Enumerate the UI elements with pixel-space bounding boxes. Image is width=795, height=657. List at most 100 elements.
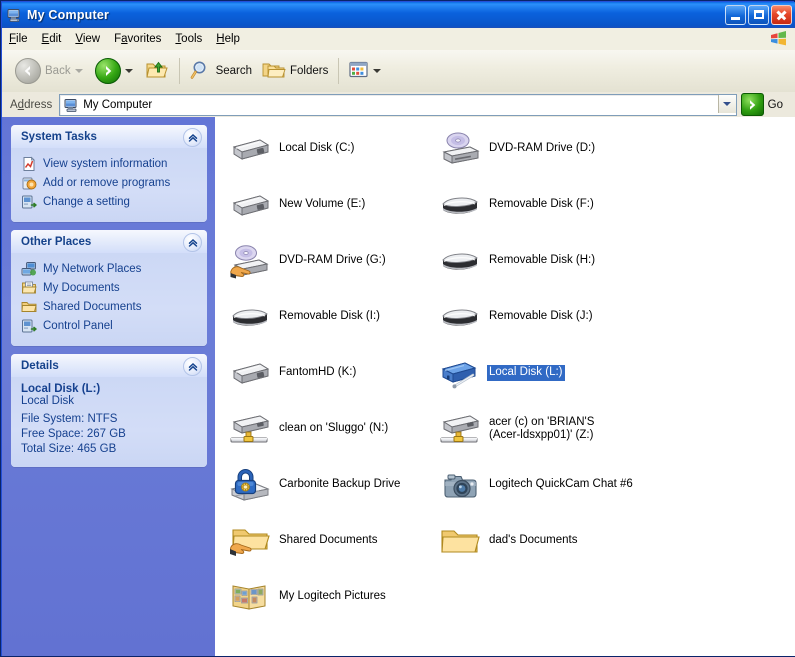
network-places-icon (21, 261, 37, 277)
file-item[interactable]: New Volume (E:) (229, 181, 461, 229)
menu-bar: File Edit View Favorites Tools Help (2, 28, 795, 51)
panel-details-body: Local Disk (L:) Local Disk File System: … (11, 377, 207, 467)
up-button[interactable] (141, 55, 173, 87)
sidebar-label: Control Panel (43, 320, 113, 332)
views-button[interactable] (345, 55, 387, 87)
file-item[interactable]: Carbonite Backup Drive (229, 461, 461, 509)
carbonite-lock-drive-icon (229, 464, 271, 506)
menu-tools[interactable]: Tools (168, 31, 209, 47)
sidebar-label: View system information (43, 158, 167, 170)
menu-edit[interactable]: Edit (35, 31, 69, 47)
file-item[interactable]: Local Disk (L:) (439, 349, 671, 397)
pictures-folder-icon (229, 576, 271, 618)
file-item[interactable]: My Logitech Pictures (229, 573, 461, 621)
chevron-up-icon[interactable] (183, 357, 202, 376)
file-item[interactable]: clean on 'Sluggo' (N:) (229, 405, 461, 453)
file-item[interactable]: Local Disk (C:) (229, 125, 461, 173)
back-dropdown-icon[interactable] (75, 69, 83, 73)
file-item[interactable]: Removable Disk (F:) (439, 181, 671, 229)
file-item[interactable]: Logitech QuickCam Chat #6 (439, 461, 671, 509)
toolbar: Back (2, 50, 795, 93)
network-drive-icon (439, 408, 481, 450)
file-item-label: My Logitech Pictures (277, 589, 388, 605)
chevron-up-icon[interactable] (183, 233, 202, 252)
hard-disk-icon (229, 184, 271, 226)
sidebar-label: Shared Documents (43, 301, 141, 313)
menu-view[interactable]: View (68, 31, 107, 47)
chevron-up-icon[interactable] (183, 128, 202, 147)
shared-folder-icon (229, 520, 271, 562)
details-file-system: File System: NTFS (21, 413, 201, 425)
forward-arrow-icon (95, 58, 121, 84)
removable-disk-icon (439, 296, 481, 338)
search-label: Search (216, 65, 252, 77)
panel-other-places-title: Other Places (21, 236, 91, 248)
panel-system-tasks-title: System Tasks (21, 131, 97, 143)
blue-external-drive-icon (439, 352, 481, 394)
windows-flag-icon (769, 30, 789, 47)
sidebar-item-my-network-places[interactable]: My Network Places (21, 261, 201, 277)
address-value: My Computer (83, 99, 152, 111)
details-type: Local Disk (21, 395, 201, 407)
search-button[interactable]: Search (186, 55, 256, 87)
control-panel-icon (21, 194, 37, 210)
file-item[interactable]: acer (c) on 'BRIAN'S(Acer-ldsxpp01)' (Z:… (439, 405, 671, 453)
forward-dropdown-icon[interactable] (125, 69, 133, 73)
file-item-label: dad's Documents (487, 533, 580, 549)
file-item-label: Removable Disk (F:) (487, 197, 596, 213)
address-dropdown-button[interactable] (718, 95, 736, 113)
forward-button[interactable] (91, 55, 139, 87)
panel-system-tasks: System Tasks View (11, 125, 207, 222)
maximize-button[interactable] (748, 5, 769, 25)
file-item[interactable]: Removable Disk (J:) (439, 293, 671, 341)
up-folder-icon (145, 59, 169, 84)
search-icon (190, 59, 212, 84)
file-item-label: Logitech QuickCam Chat #6 (487, 477, 635, 493)
file-item[interactable]: DVD-RAM Drive (G:) (229, 237, 461, 285)
menu-file[interactable]: File (2, 31, 35, 47)
panel-details-header[interactable]: Details (11, 354, 207, 377)
add-remove-programs-icon (21, 175, 37, 191)
folders-label: Folders (290, 65, 328, 77)
address-input[interactable]: My Computer (59, 94, 736, 116)
menu-favorites[interactable]: Favorites (107, 31, 168, 47)
folders-button[interactable]: Folders (258, 55, 332, 87)
sidebar-label: Add or remove programs (43, 177, 170, 189)
task-pane-sidebar: System Tasks View (2, 117, 215, 656)
shared-documents-icon (21, 299, 37, 315)
sidebar-item-add-or-remove-programs[interactable]: Add or remove programs (21, 175, 201, 191)
sidebar-item-shared-documents[interactable]: Shared Documents (21, 299, 201, 315)
main-area: System Tasks View (2, 117, 795, 656)
window-controls (725, 5, 792, 25)
file-item-label: New Volume (E:) (277, 197, 367, 213)
file-item-label: Local Disk (C:) (277, 141, 356, 157)
views-dropdown-icon[interactable] (373, 69, 381, 73)
menu-help[interactable]: Help (209, 31, 247, 47)
panel-other-places-header[interactable]: Other Places (11, 230, 207, 253)
sidebar-item-control-panel[interactable]: Control Panel (21, 318, 201, 334)
file-item[interactable]: Removable Disk (H:) (439, 237, 671, 285)
file-item[interactable]: Removable Disk (I:) (229, 293, 461, 341)
sidebar-item-view-system-information[interactable]: View system information (21, 156, 201, 172)
close-button[interactable] (771, 5, 792, 25)
file-item[interactable]: DVD-RAM Drive (D:) (439, 125, 671, 173)
back-button[interactable]: Back (11, 55, 89, 87)
panel-system-tasks-header[interactable]: System Tasks (11, 125, 207, 148)
panel-other-places: Other Places (11, 230, 207, 346)
folder-icon (439, 520, 481, 562)
panel-other-places-body: My Network Places My Docu (11, 253, 207, 346)
file-item[interactable]: Shared Documents (229, 517, 461, 565)
go-button[interactable]: Go (737, 93, 789, 116)
file-list-area[interactable]: Local Disk (C:) DVD-RAM Drive (D:) New V… (215, 117, 795, 656)
file-item[interactable]: dad's Documents (439, 517, 671, 565)
network-drive-icon (229, 408, 271, 450)
file-item-label: Carbonite Backup Drive (277, 477, 402, 493)
sidebar-item-my-documents[interactable]: My Documents (21, 280, 201, 296)
sidebar-item-change-a-setting[interactable]: Change a setting (21, 194, 201, 210)
minimize-button[interactable] (725, 5, 746, 25)
file-item[interactable]: FantomHD (K:) (229, 349, 461, 397)
dvd-ram-hand-icon (229, 240, 271, 282)
file-item-label: acer (c) on 'BRIAN'S(Acer-ldsxpp01)' (Z:… (487, 415, 596, 444)
sidebar-label: My Documents (43, 282, 120, 294)
toolbar-separator-2 (338, 58, 339, 84)
